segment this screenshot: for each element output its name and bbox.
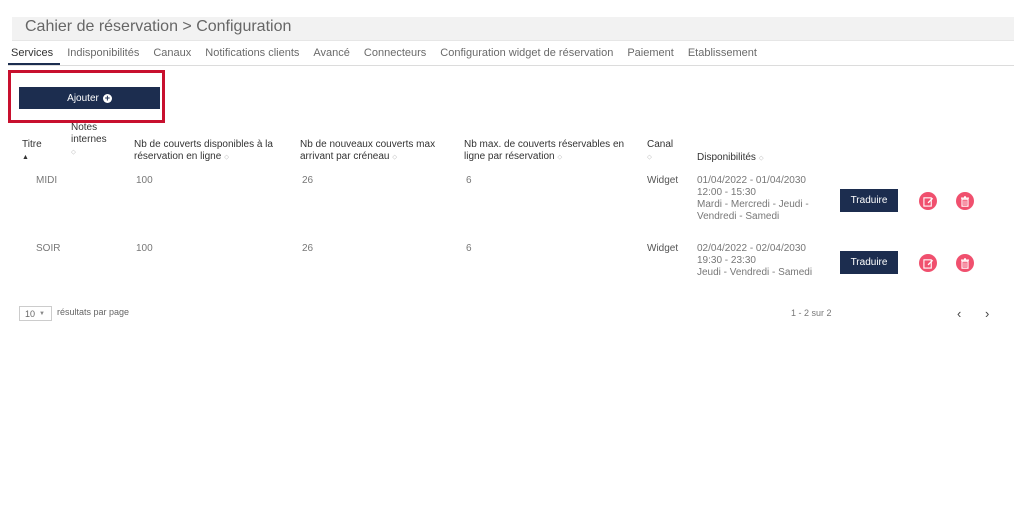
add-button[interactable]: Ajouter +: [19, 87, 160, 109]
cell-title: SOIR: [36, 243, 61, 254]
header-availability[interactable]: Disponibilités ⬦: [697, 152, 764, 165]
cell-covers-online: 100: [136, 243, 153, 254]
header-notes[interactable]: Notes internes ⬦: [71, 122, 116, 159]
availability-dates: 02/04/2022 - 02/04/2030: [697, 243, 806, 254]
header-covers-online[interactable]: Nb de couverts disponibles à la réservat…: [134, 139, 284, 164]
tab-configuration-widget[interactable]: Configuration widget de réservation: [433, 44, 620, 63]
header-title[interactable]: Titre ▲: [22, 139, 42, 164]
tab-etablissement[interactable]: Etablissement: [681, 44, 764, 63]
cell-max-covers: 6: [466, 243, 472, 254]
header-bar: Cahier de réservation > Configuration: [12, 17, 1014, 41]
sort-icon: ⬦: [758, 155, 764, 162]
trash-icon: [961, 257, 969, 269]
header-new-covers-label: Nb de nouveaux couverts max arrivant par…: [300, 139, 436, 162]
page-title: Cahier de réservation > Configuration: [25, 18, 292, 35]
sort-asc-icon: ▲: [22, 154, 29, 161]
header-max-covers[interactable]: Nb max. de couverts réservables en ligne…: [464, 139, 634, 164]
per-page-value: 10: [25, 308, 36, 319]
edit-icon: [922, 196, 933, 207]
sort-icon: ⬦: [71, 149, 76, 156]
tab-notifications-clients[interactable]: Notifications clients: [198, 44, 306, 63]
sort-icon: ⬦: [224, 154, 229, 161]
per-page-select[interactable]: 10 ▼: [19, 306, 52, 321]
header-availability-label: Disponibilités: [697, 152, 756, 163]
cell-channel: Widget: [647, 175, 679, 186]
cell-new-covers: 26: [302, 175, 314, 186]
sort-icon: ⬦: [557, 154, 563, 161]
edit-button[interactable]: [919, 254, 937, 272]
caret-down-icon: ▼: [39, 310, 45, 317]
availability-dates: 01/04/2022 - 01/04/2030: [697, 175, 806, 186]
cell-new-covers: 26: [302, 243, 314, 254]
header-channel[interactable]: Canal ⬦: [647, 139, 673, 164]
translate-button[interactable]: Traduire: [840, 251, 898, 274]
header-max-covers-label: Nb max. de couverts réservables en ligne…: [464, 139, 625, 162]
per-page-label: résultats par page: [57, 307, 130, 317]
tab-indisponibilites[interactable]: Indisponibilités: [60, 44, 146, 63]
header-title-label: Titre: [22, 139, 42, 150]
plus-circle-icon: +: [102, 92, 112, 103]
cell-max-covers: 6: [466, 175, 472, 186]
header-new-covers[interactable]: Nb de nouveaux couverts max arrivant par…: [300, 139, 450, 164]
availability-days: Mardi - Mercredi - Jeudi - Vendredi - Sa…: [697, 199, 809, 222]
add-button-label: Ajouter: [67, 92, 99, 104]
header-notes-label: Notes internes: [71, 122, 107, 145]
sort-icon: ⬦: [392, 154, 398, 161]
tab-services[interactable]: Services: [8, 44, 61, 65]
header-covers-online-label: Nb de couverts disponibles à la réservat…: [134, 139, 273, 162]
prev-page-button[interactable]: ‹: [957, 306, 961, 321]
cell-covers-online: 100: [136, 175, 153, 186]
cell-availability: 01/04/2022 - 01/04/2030 12:00 - 15:30 Ma…: [697, 175, 822, 223]
availability-days: Jeudi - Vendredi - Samedi: [697, 267, 813, 278]
tab-canaux[interactable]: Canaux: [146, 44, 198, 63]
delete-button[interactable]: [956, 192, 974, 210]
edit-icon: [922, 258, 933, 269]
translate-button[interactable]: Traduire: [840, 189, 898, 212]
edit-button[interactable]: [919, 192, 937, 210]
cell-channel: Widget: [647, 243, 679, 254]
delete-button[interactable]: [956, 254, 974, 272]
cell-title: MIDI: [36, 175, 58, 186]
tab-avance[interactable]: Avancé: [306, 44, 357, 63]
tab-connecteurs[interactable]: Connecteurs: [357, 44, 433, 63]
tab-paiement[interactable]: Paiement: [620, 44, 680, 63]
header-channel-label: Canal: [647, 139, 674, 150]
trash-icon: [961, 195, 969, 207]
next-page-button[interactable]: ›: [985, 306, 989, 321]
availability-hours: 19:30 - 23:30: [697, 255, 756, 266]
availability-hours: 12:00 - 15:30: [697, 187, 756, 198]
pager-info: 1 - 2 sur 2: [791, 308, 832, 318]
cell-availability: 02/04/2022 - 02/04/2030 19:30 - 23:30 Je…: [697, 243, 822, 279]
sort-icon: ⬦: [647, 154, 652, 161]
tab-bar: Services Indisponibilités Canaux Notific…: [8, 44, 1014, 66]
